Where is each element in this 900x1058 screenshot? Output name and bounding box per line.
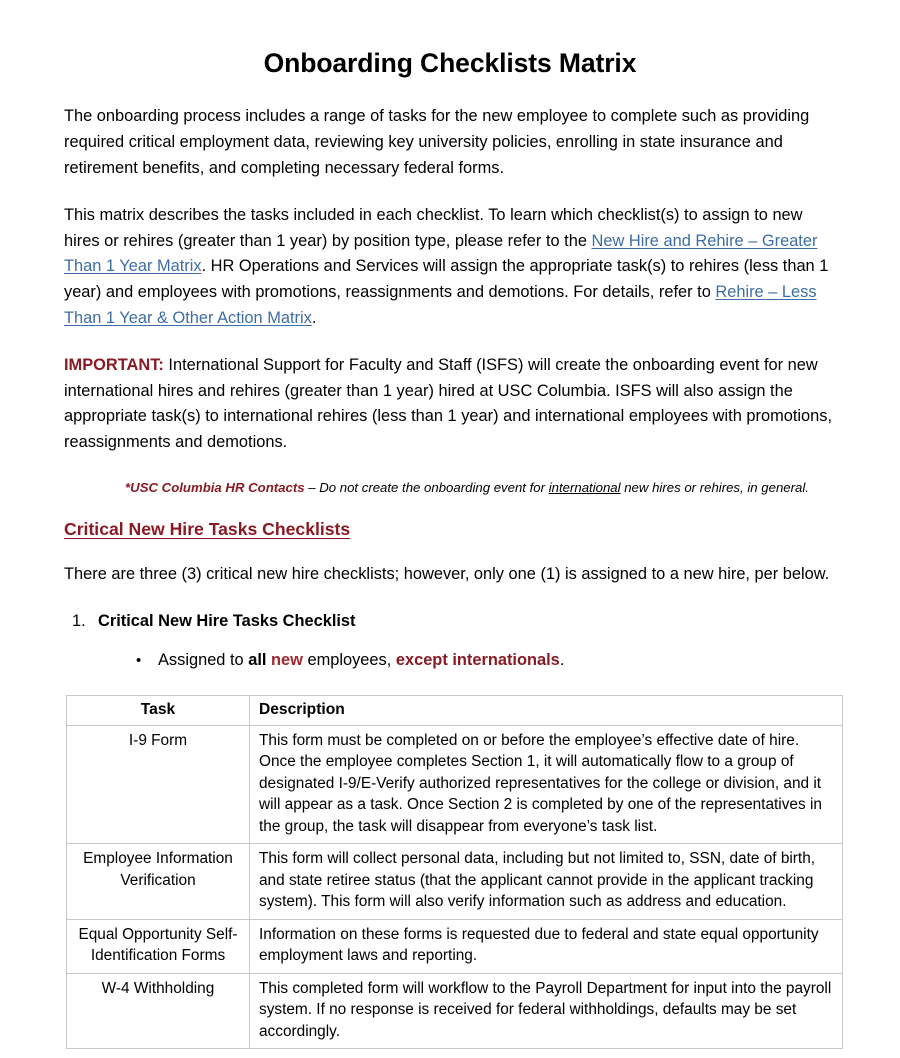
document-page: Onboarding Checklists Matrix The onboard… <box>0 0 900 1058</box>
three-checklists-paragraph: There are three (3) critical new hire ch… <box>64 564 830 583</box>
table-row: Equal Opportunity Self-Identification Fo… <box>66 918 843 974</box>
bullet-text-3: . <box>559 651 565 670</box>
table-cell-description: This form must be completed on or before… <box>249 724 843 845</box>
table-header-row: Task Description <box>66 695 843 726</box>
table-cell-description: This completed form will workflow to the… <box>249 972 843 1050</box>
hr-contacts-note-text-1: – Do not create the onboarding event for <box>304 479 549 495</box>
important-label: IMPORTANT: <box>64 356 164 375</box>
matrix-paragraph: This matrix describes the tasks included… <box>64 203 840 331</box>
table-row: Employee Information Verification This f… <box>66 843 843 920</box>
document-body: The onboarding process includes a range … <box>60 78 843 1050</box>
bullet-text-2: employees, <box>302 651 396 670</box>
table-cell-description: Information on these forms is requested … <box>249 918 843 974</box>
page-title: Onboarding Checklists Matrix <box>263 48 637 78</box>
list-item: 1. Critical New Hire Tasks Checklist <box>64 609 840 634</box>
onboarding-tasks-table: Task Description I-9 Form This form must… <box>66 695 843 1050</box>
bullet-emphasis-all: all <box>248 651 267 670</box>
column-header-task: Task <box>66 695 250 726</box>
bullet-emphasis-new: new <box>271 651 303 670</box>
important-body: International Support for Faculty and St… <box>64 356 833 451</box>
hr-contacts-note-lead: *USC Columbia HR Contacts <box>125 479 305 495</box>
table-cell-task: W-4 Withholding <box>66 972 250 1050</box>
list-item-number: 1. <box>72 612 86 631</box>
bullet-dot-icon: • <box>136 652 142 670</box>
list-item-label: Critical New Hire Tasks Checklist <box>98 612 356 631</box>
hr-contacts-note: *USC Columbia HR Contacts – Do not creat… <box>64 478 840 497</box>
matrix-paragraph-text-3: . <box>311 308 317 327</box>
hr-contacts-note-emphasis: international <box>548 479 621 495</box>
important-paragraph: IMPORTANT: International Support for Fac… <box>64 353 840 455</box>
table-cell-task: Employee Information Verification <box>66 843 250 920</box>
table-cell-task: I-9 Form <box>66 724 250 845</box>
column-header-description: Description <box>249 695 843 726</box>
section-heading-critical-new-hire-tasks-checklists: Critical New Hire Tasks Checklists <box>64 518 351 539</box>
bullet-text-1: Assigned to <box>158 651 249 670</box>
table-row: W-4 Withholding This completed form will… <box>66 972 843 1050</box>
intro-paragraph: The onboarding process includes a range … <box>64 107 810 177</box>
table-cell-task: Equal Opportunity Self-Identification Fo… <box>66 918 250 974</box>
bullet-item-label: Assigned to all new employees, except in… <box>158 648 564 673</box>
table-cell-description: This form will collect personal data, in… <box>249 843 843 920</box>
bullet-item: • Assigned to all new employees, except … <box>64 648 840 673</box>
hr-contacts-note-text-2: new hires or rehires, in general. <box>620 479 809 495</box>
bullet-emphasis-except-internationals: except internationals <box>395 651 560 670</box>
table-row: I-9 Form This form must be completed on … <box>66 724 843 845</box>
